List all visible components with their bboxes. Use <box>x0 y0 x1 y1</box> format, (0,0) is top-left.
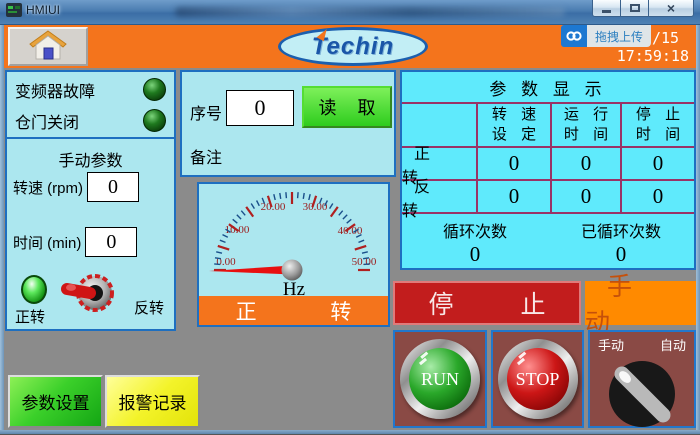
app-icon <box>6 3 22 17</box>
inverter-fault-label: 变频器故障 <box>15 78 95 102</box>
run-button-panel: RUN <box>393 330 487 428</box>
screen-header: Techin 拖拽上传 /15 17:59:18 <box>4 25 696 68</box>
serial-label: 序号 <box>190 100 222 124</box>
door-closed-led-icon <box>143 109 166 132</box>
upload-extension-icon <box>561 25 587 47</box>
forward-runtime-value: 0 <box>550 148 620 181</box>
remark-label: 备注 <box>190 144 222 168</box>
run-button[interactable]: RUN <box>400 339 480 419</box>
window-titlebar[interactable]: HMIUI × <box>0 0 700 25</box>
app-window: HMIUI × Techin <box>0 0 700 434</box>
frequency-gauge: 0.00 10.00 20.00 30.00 40.00 50.00 Hz <box>199 184 388 298</box>
reverse-speed-value: 0 <box>476 181 550 214</box>
speed-input[interactable] <box>87 172 139 202</box>
stop-button-face: STOP <box>507 348 569 410</box>
mode-indicator-banner: 手 动 <box>585 281 696 325</box>
status-row-door-closed: 仓门关闭 <box>15 105 166 136</box>
col-header-stop-time: 停 止 时 间 <box>620 104 694 148</box>
stop-banner-button[interactable]: 停 止 <box>393 281 581 325</box>
run-button-face: RUN <box>409 348 471 410</box>
manual-mode-label: 手动 <box>598 335 624 354</box>
parameter-display-panel: 参 数 显 示 转 速 设 定 运 行 时 间 停 止 时 间 正 转 0 0 <box>400 70 696 270</box>
stop-button-panel: STOP <box>491 330 584 428</box>
extension-badge-label: 拖拽上传 <box>587 25 651 47</box>
forward-run-led-icon <box>21 275 47 304</box>
mode-selector-labels: 手动 自动 <box>590 335 694 354</box>
read-button[interactable]: 读 取 <box>302 86 392 128</box>
speed-label: 转速 (rpm) <box>13 177 83 198</box>
mode-indicator-label: 手 动 <box>585 267 696 339</box>
auto-mode-label: 自动 <box>660 335 686 354</box>
window-frame-bottom <box>0 430 700 434</box>
home-icon <box>28 29 68 64</box>
direction-toggle-switch[interactable] <box>59 271 119 320</box>
cycled-count-block: 已循环次数 0 <box>548 214 694 270</box>
cycle-count-label: 循环次数 <box>443 218 507 242</box>
clock: 17:59:18 <box>617 47 689 65</box>
reverse-stoptime-value: 0 <box>620 181 694 214</box>
hmi-screen: Techin 拖拽上传 /15 17:59:18 变频器故障 仓门关闭 <box>4 25 696 430</box>
cycled-count-label: 已循环次数 <box>581 218 661 242</box>
col-header-speed-setting: 转 速 设 定 <box>476 104 550 148</box>
home-button[interactable] <box>8 27 88 66</box>
mode-selector-knob[interactable] <box>606 358 678 435</box>
cycled-count-value: 0 <box>616 242 627 267</box>
alarm-record-button[interactable]: 报警记录 <box>105 375 200 428</box>
close-button[interactable]: × <box>649 0 694 17</box>
parameter-display-title: 参 数 显 示 <box>402 72 694 104</box>
door-closed-label: 仓门关闭 <box>15 109 79 133</box>
reverse-label: 反转 <box>134 297 164 318</box>
forward-stoptime-value: 0 <box>620 148 694 181</box>
record-panel: 序号 读 取 备注 <box>180 70 396 177</box>
status-panel: 变频器故障 仓门关闭 <box>5 70 176 139</box>
drag-upload-extension-badge[interactable]: 拖拽上传 <box>561 25 651 47</box>
window-title: HMIUI <box>26 3 60 17</box>
stop-button[interactable]: STOP <box>498 339 578 419</box>
rotation-status-banner: 正 转 <box>199 296 388 325</box>
parameter-settings-button[interactable]: 参数设置 <box>8 375 103 428</box>
window-controls: × <box>592 0 694 17</box>
maximize-button[interactable] <box>621 0 649 17</box>
serial-input[interactable] <box>226 90 294 126</box>
frequency-gauge-panel: 0.00 10.00 20.00 30.00 40.00 50.00 Hz 正 … <box>197 182 390 327</box>
cycle-counts: 循环次数 0 已循环次数 0 <box>402 214 694 270</box>
forward-speed-value: 0 <box>476 148 550 181</box>
time-row: 时间 (min) <box>13 227 137 257</box>
rotation-status-text: 正 转 <box>202 296 386 326</box>
row-label-reverse: 反 转 <box>402 181 476 214</box>
forward-label: 正转 <box>15 306 45 327</box>
inverter-fault-led-icon <box>143 78 166 101</box>
gauge-tick-30: 30.00 <box>303 201 328 213</box>
minimize-button[interactable] <box>592 0 621 17</box>
col-header-run-time: 运 行 时 间 <box>550 104 620 148</box>
status-row-inverter-fault: 变频器故障 <box>15 74 166 105</box>
cycle-count-block: 循环次数 0 <box>402 214 548 270</box>
techin-logo: Techin <box>278 27 428 66</box>
time-label: 时间 (min) <box>13 232 81 253</box>
window-frame-right <box>696 25 700 430</box>
stop-banner-label: 停 止 <box>399 285 576 321</box>
page-indicator: /15 <box>652 29 679 47</box>
blurred-title-text <box>175 7 565 17</box>
reverse-runtime-value: 0 <box>550 181 620 214</box>
manual-parameters-title: 手动参数 <box>7 147 174 171</box>
parameter-table: 转 速 设 定 运 行 时 间 停 止 时 间 正 转 0 0 0 反 转 0 … <box>402 104 694 214</box>
manual-parameters-panel: 手动参数 转速 (rpm) 时间 (min) 正转 <box>5 137 176 331</box>
time-input[interactable] <box>85 227 137 257</box>
gauge-tick-50: 50.00 <box>352 256 377 268</box>
cycle-count-value: 0 <box>470 242 481 267</box>
mode-selector-panel: 手动 自动 <box>588 330 696 428</box>
speed-row: 转速 (rpm) <box>13 172 139 202</box>
